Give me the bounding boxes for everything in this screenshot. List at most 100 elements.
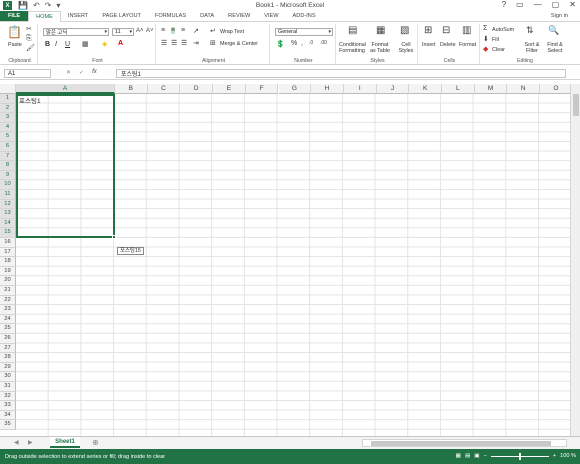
tab-data[interactable]: DATA — [193, 11, 221, 21]
row-header-15[interactable]: 15 — [0, 228, 16, 238]
save-icon[interactable]: 💾 — [18, 1, 28, 10]
format-cells-icon[interactable]: ▥ — [462, 25, 471, 36]
minimize-icon[interactable]: — — [534, 0, 542, 9]
increase-decimal-icon[interactable]: .0 — [309, 40, 313, 46]
find-select-icon[interactable]: 🔍 — [548, 25, 559, 36]
column-header-g[interactable]: G — [278, 84, 312, 94]
row-header-20[interactable]: 20 — [0, 276, 16, 286]
format-painter-icon[interactable]: 🖌 — [26, 44, 35, 52]
fill-color-icon[interactable]: ◈ — [102, 40, 107, 48]
column-header-i[interactable]: I — [343, 84, 377, 94]
new-sheet-icon[interactable]: ⊕ — [92, 438, 99, 447]
row-header-18[interactable]: 18 — [0, 257, 16, 267]
row-header-4[interactable]: 4 — [0, 122, 16, 133]
row-header-35[interactable]: 35 — [0, 420, 16, 430]
tab-file[interactable]: FILE — [0, 11, 29, 21]
row-header-2[interactable]: 2 — [0, 103, 16, 114]
insert-cells-button[interactable]: Insert — [422, 42, 435, 48]
decrease-decimal-icon[interactable]: .00 — [320, 40, 327, 46]
row-header-3[interactable]: 3 — [0, 113, 16, 123]
row-header-6[interactable]: 6 — [0, 142, 16, 152]
tab-insert[interactable]: INSERT — [61, 11, 95, 21]
restore-icon[interactable]: ▢ — [552, 0, 560, 9]
font-color-icon[interactable]: A — [118, 40, 123, 47]
autosum-icon[interactable]: Σ — [483, 25, 487, 32]
merge-icon[interactable]: ⊞ — [210, 39, 216, 47]
zoom-level[interactable]: 100 % — [560, 453, 576, 459]
underline-button[interactable]: U — [65, 41, 70, 48]
column-header-o[interactable]: O — [540, 84, 570, 94]
wrap-text-button[interactable]: Wrap Text — [220, 29, 244, 35]
page-break-view-icon[interactable]: ▣ — [474, 453, 479, 459]
align-top-icon[interactable]: ≡ — [161, 27, 165, 34]
zoom-in-icon[interactable]: + — [553, 453, 556, 459]
cut-icon[interactable]: ✂ — [26, 25, 32, 33]
find-select-button[interactable]: Find & Select — [544, 42, 566, 54]
zoom-out-icon[interactable]: − — [484, 453, 487, 459]
row-header-13[interactable]: 13 — [0, 209, 16, 219]
paste-icon[interactable]: 📋 — [7, 25, 22, 39]
conditional-formatting-button[interactable]: Conditional Formatting — [339, 42, 366, 54]
row-header-31[interactable]: 31 — [0, 382, 16, 392]
prev-sheet-icon[interactable]: ◀ — [14, 439, 19, 446]
copy-icon[interactable]: ⎘ — [26, 35, 32, 43]
cell-a1[interactable]: 포스팅1 — [19, 95, 41, 105]
tab-formulas[interactable]: FORMULAS — [148, 11, 193, 21]
tab-page-layout[interactable]: PAGE LAYOUT — [95, 11, 148, 21]
sign-in-link[interactable]: Sign in — [551, 13, 568, 19]
indent-icon[interactable]: ⇥ — [193, 39, 199, 47]
row-header-7[interactable]: 7 — [0, 151, 16, 162]
sort-filter-button[interactable]: Sort & Filter — [522, 42, 542, 54]
autosum-button[interactable]: AutoSum — [492, 27, 514, 33]
cell-styles-button[interactable]: Cell Styles — [396, 42, 416, 54]
row-header-34[interactable]: 34 — [0, 410, 16, 421]
zoom-slider-thumb[interactable] — [518, 452, 521, 460]
row-header-17[interactable]: 17 — [0, 247, 16, 258]
fill-handle[interactable] — [112, 235, 116, 239]
column-header-l[interactable]: L — [442, 84, 475, 94]
align-right-icon[interactable]: ☰ — [181, 39, 187, 47]
percent-icon[interactable]: % — [291, 40, 297, 47]
align-bottom-icon[interactable]: ≡ — [181, 27, 185, 34]
row-header-14[interactable]: 14 — [0, 218, 16, 229]
format-as-table-button[interactable]: Format as Table — [368, 42, 392, 54]
row-header-5[interactable]: 5 — [0, 132, 16, 142]
row-header-24[interactable]: 24 — [0, 314, 16, 325]
tab-add-ins[interactable]: ADD-INS — [286, 11, 323, 21]
clear-button[interactable]: Clear — [492, 47, 505, 53]
row-header-19[interactable]: 19 — [0, 266, 16, 277]
tab-review[interactable]: REVIEW — [221, 11, 257, 21]
column-header-d[interactable]: D — [180, 84, 214, 94]
enter-entry-icon[interactable]: ✓ — [79, 69, 84, 76]
align-left-icon[interactable]: ☰ — [161, 39, 167, 47]
column-header-m[interactable]: M — [474, 84, 508, 94]
insert-function-icon[interactable]: fx — [92, 69, 97, 76]
merge-center-button[interactable]: Merge & Center — [220, 41, 258, 47]
row-header-10[interactable]: 10 — [0, 180, 16, 190]
name-box[interactable]: A1 — [4, 69, 51, 78]
column-header-j[interactable]: J — [376, 84, 410, 94]
italic-button[interactable]: I — [55, 41, 57, 48]
orientation-icon[interactable]: ↗ — [193, 27, 199, 35]
fill-icon[interactable]: ⬇ — [483, 35, 489, 43]
row-header-26[interactable]: 26 — [0, 334, 16, 344]
row-header-28[interactable]: 28 — [0, 353, 16, 363]
next-sheet-icon[interactable]: ▶ — [28, 439, 33, 446]
clear-icon[interactable]: ◆ — [483, 45, 488, 53]
column-header-b[interactable]: B — [115, 84, 148, 94]
column-header-h[interactable]: H — [311, 84, 344, 94]
paste-button[interactable]: Paste — [8, 42, 22, 48]
decrease-font-icon[interactable]: A˅ — [146, 28, 154, 34]
row-header-12[interactable]: 12 — [0, 199, 16, 210]
increase-font-icon[interactable]: A˄ — [136, 28, 144, 34]
vertical-scrollbar[interactable] — [570, 84, 580, 436]
row-header-11[interactable]: 11 — [0, 190, 16, 200]
row-header-16[interactable]: 16 — [0, 238, 16, 248]
normal-view-icon[interactable]: ▦ — [456, 453, 461, 459]
number-format-select[interactable]: General ▾ — [275, 28, 333, 36]
accounting-icon[interactable]: 💲 — [276, 40, 285, 48]
wrap-text-icon[interactable]: ↵ — [210, 27, 216, 35]
font-size-select[interactable]: 11 ▾ — [112, 28, 134, 36]
comma-icon[interactable]: , — [301, 40, 303, 47]
format-as-table-icon[interactable]: ▦ — [376, 25, 385, 36]
